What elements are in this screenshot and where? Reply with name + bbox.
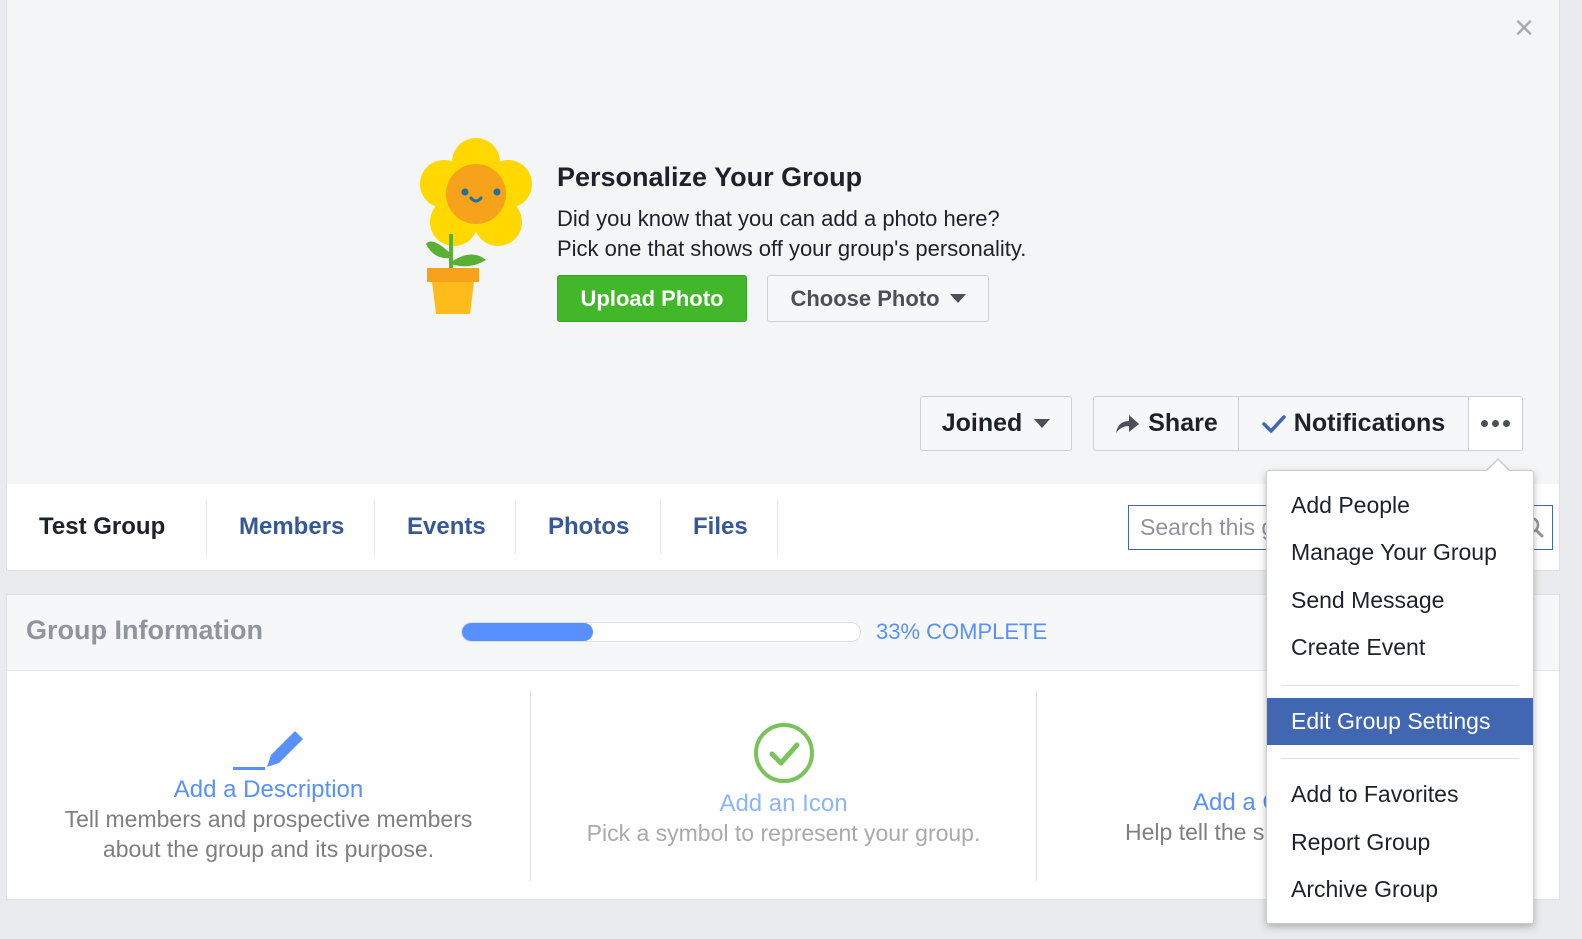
group-name[interactable]: Test Group xyxy=(7,500,207,554)
share-label: Share xyxy=(1148,409,1218,437)
upload-photo-label: Upload Photo xyxy=(580,285,724,311)
add-icon-link[interactable]: Add an Icon xyxy=(531,790,1036,818)
pencil-icon xyxy=(232,731,303,770)
choose-photo-label: Choose Photo xyxy=(790,285,940,311)
chevron-down-icon xyxy=(1034,419,1051,428)
joined-label: Joined xyxy=(941,409,1023,437)
menu-item-report-group[interactable]: Report Group xyxy=(1267,819,1533,866)
chevron-down-icon xyxy=(949,294,966,303)
tab-events[interactable]: Events xyxy=(375,500,516,554)
add-description-text: Tell members and prospective members abo… xyxy=(7,804,530,864)
more-options-button[interactable] xyxy=(1469,397,1522,450)
tab-members[interactable]: Members xyxy=(207,500,375,554)
menu-divider xyxy=(1281,758,1519,759)
checkmark-icon xyxy=(1262,414,1286,433)
tab-photos[interactable]: Photos xyxy=(516,500,661,554)
add-icon-text: Pick a symbol to represent your group. xyxy=(586,820,981,846)
menu-item-manage-group[interactable]: Manage Your Group xyxy=(1267,529,1533,576)
progress-bar xyxy=(461,622,861,642)
checkmark-circle-icon xyxy=(753,723,814,783)
progress-text: 33% COMPLETE xyxy=(876,619,1048,644)
tab-files[interactable]: Files xyxy=(661,500,778,554)
flower-pot-icon xyxy=(420,138,532,314)
dropdown-pointer-inner xyxy=(1487,460,1509,471)
menu-item-add-people[interactable]: Add People xyxy=(1267,482,1533,529)
more-dots-icon xyxy=(1481,420,1510,427)
menu-item-add-to-favorites[interactable]: Add to Favorites xyxy=(1267,771,1533,818)
add-description-card[interactable]: Add a Description Tell members and prosp… xyxy=(7,691,531,881)
notifications-label: Notifications xyxy=(1293,409,1446,437)
add-description-link[interactable]: Add a Description xyxy=(7,776,530,804)
upload-photo-button[interactable]: Upload Photo xyxy=(557,275,747,322)
share-button[interactable]: Share xyxy=(1094,397,1239,450)
personalize-panel: Personalize Your Group Did you know that… xyxy=(557,160,1026,264)
group-information-title: Group Information xyxy=(26,615,263,645)
more-options-menu: Add People Manage Your Group Send Messag… xyxy=(1266,470,1534,924)
menu-item-create-event[interactable]: Create Event xyxy=(1267,624,1533,671)
menu-item-archive-group[interactable]: Archive Group xyxy=(1267,866,1533,913)
add-icon-card[interactable]: Add an Icon Pick a symbol to represent y… xyxy=(531,691,1037,881)
notifications-button[interactable]: Notifications xyxy=(1239,397,1469,450)
share-arrow-icon xyxy=(1116,414,1140,433)
personalize-line-2: Pick one that shows off your group's per… xyxy=(557,236,1027,261)
menu-item-edit-group-settings[interactable]: Edit Group Settings xyxy=(1267,698,1533,745)
close-icon[interactable]: × xyxy=(1510,11,1538,45)
group-actions: Share Notifications xyxy=(1093,396,1523,451)
choose-photo-button[interactable]: Choose Photo xyxy=(767,275,989,322)
menu-divider xyxy=(1281,685,1519,686)
menu-item-send-message[interactable]: Send Message xyxy=(1267,577,1533,624)
personalize-description: Did you know that you can add a photo he… xyxy=(557,204,1026,264)
joined-button[interactable]: Joined xyxy=(920,396,1072,451)
personalize-title: Personalize Your Group xyxy=(557,162,863,192)
add-description-line-2: about the group and its purpose. xyxy=(102,836,435,862)
add-description-line-1: Tell members and prospective members xyxy=(64,806,473,832)
personalize-line-1: Did you know that you can add a photo he… xyxy=(557,206,1000,231)
progress-bar-fill xyxy=(462,623,594,641)
